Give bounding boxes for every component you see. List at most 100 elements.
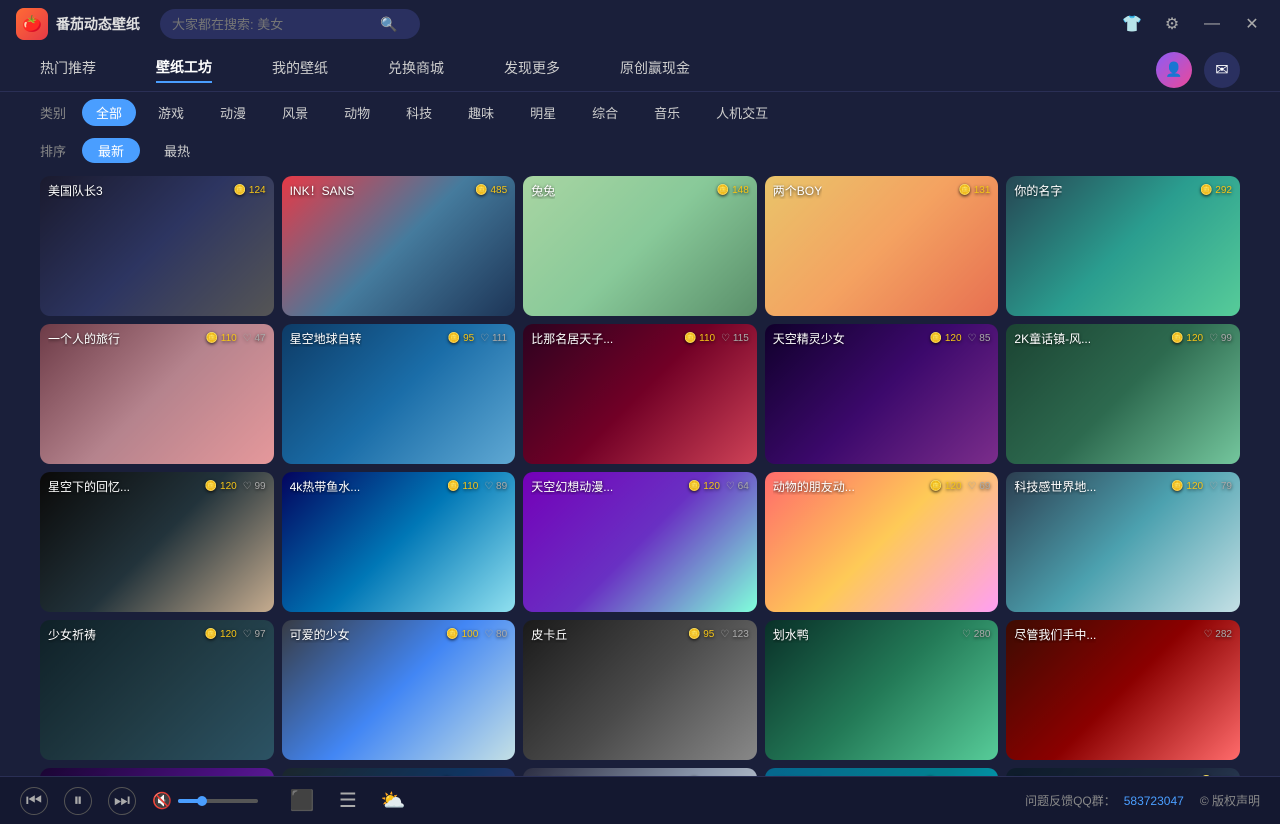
search-input[interactable] (172, 17, 372, 32)
filter-mixed[interactable]: 综合 (578, 99, 632, 126)
card-item[interactable]: 可爱的少女 🪙 100♡ 80 (282, 620, 516, 760)
card-item[interactable]: 水中的鱼... 🪙 125♡ 60 (523, 768, 757, 776)
prev-button[interactable]: ⏮ (20, 787, 48, 815)
card-stats: 🪙 110♡ 115 (684, 333, 749, 344)
filter-animal[interactable]: 动物 (330, 99, 384, 126)
card-coin: 🪙 124 (234, 185, 266, 196)
nav-item-workshop[interactable]: 壁纸工坊 (156, 57, 212, 83)
card-heart: ♡ 47 (243, 333, 266, 344)
card-item[interactable]: 星空下的回忆... 🪙 120♡ 99 (40, 472, 274, 612)
card-item[interactable]: 皮卡丘 🪙 95♡ 123 (523, 620, 757, 760)
nav-item-mywallpaper[interactable]: 我的壁纸 (272, 58, 328, 82)
shirt-icon[interactable]: 👕 (1120, 12, 1144, 36)
filter-all[interactable]: 全部 (82, 99, 136, 126)
card-item[interactable]: 一个人的旅行 🪙 110♡ 47 (40, 324, 274, 464)
avatar-area: 👤 ✉ (1156, 52, 1240, 88)
card-item[interactable]: 兔兔 🪙 148 (523, 176, 757, 316)
sort-newest[interactable]: 最新 (82, 138, 140, 163)
card-info: 天空幻想动漫... 🪙 120♡ 64 (523, 478, 757, 495)
pause-button[interactable]: ⏸ (64, 787, 92, 815)
nav-item-shop[interactable]: 兑换商城 (388, 58, 444, 82)
card-item[interactable]: 星空地球自转 🪙 95♡ 111 (282, 324, 516, 464)
card-info: 两个BOY 🪙 131 (765, 182, 999, 199)
filter-tech[interactable]: 科技 (392, 99, 446, 126)
card-stats: 🪙 110 ♡ 89 (447, 481, 507, 492)
card-item[interactable]: 天空幻想动漫... 🪙 120♡ 64 (523, 472, 757, 612)
avatar[interactable]: 👤 (1156, 52, 1192, 88)
card-title: 星空下的回忆... (48, 478, 130, 495)
card-title: 天空幻想动漫... (531, 478, 613, 495)
card-info: INK！SANS 🪙 485 (282, 182, 516, 199)
settings-icon[interactable]: ⚙ (1160, 12, 1184, 36)
card-info: 划水鸭 ♡ 280 (765, 626, 999, 643)
volume-icon[interactable]: 🔇 (152, 791, 172, 811)
card-item[interactable]: 4k热带鱼水... 🪙 110♡ 89 (282, 472, 516, 612)
card-coin: 🪙 110 (206, 333, 237, 344)
footer-right: 问题反馈QQ群： 583723047 © 版权声明 (1025, 792, 1260, 809)
filter-scenery[interactable]: 风景 (268, 99, 322, 126)
nav-item-earn[interactable]: 原创赢现金 (620, 58, 690, 82)
cloud-icon[interactable]: ⛅ (381, 788, 406, 813)
card-item[interactable]: 少女祈祷 🪙 120♡ 97 (40, 620, 274, 760)
list-icon[interactable]: ☰ (339, 788, 357, 813)
card-coin: 🪙 110 (684, 333, 715, 344)
card-item[interactable]: 猫猫壁纸... 🪙 120♡ 125 (765, 768, 999, 776)
volume-slider[interactable] (178, 799, 258, 803)
minimize-button[interactable]: — (1200, 12, 1224, 36)
card-coin: 🪙 110 (447, 481, 478, 492)
filter-game[interactable]: 游戏 (144, 99, 198, 126)
filter-label: 类别 (40, 103, 66, 122)
mail-button[interactable]: ✉ (1204, 52, 1240, 88)
card-item[interactable]: 美国队长3 🪙 124 (40, 176, 274, 316)
volume-area: 🔇 (152, 791, 258, 811)
card-title: 划水鸭 (773, 626, 809, 643)
card-item[interactable]: 划水鸭 ♡ 280 (765, 620, 999, 760)
sort-hottest[interactable]: 最热 (148, 138, 206, 163)
qq-number[interactable]: 583723047 (1124, 794, 1184, 808)
close-button[interactable]: ✕ (1240, 12, 1264, 36)
card-item[interactable]: 动物的朋友动... 🪙 120♡ 69 (765, 472, 999, 612)
card-heart: ♡ 99 (1209, 333, 1232, 344)
filter-hci[interactable]: 人机交互 (702, 99, 782, 126)
card-stats: 🪙 124 (234, 185, 266, 196)
next-button[interactable]: ⏭ (108, 787, 136, 815)
card-item[interactable]: 小姐下台阶... (40, 768, 274, 776)
card-stats: 🪙 485 (475, 185, 507, 196)
card-item[interactable]: 天空精灵少女 🪙 120♡ 85 (765, 324, 999, 464)
sort-bar: 排序 最新 最热 (0, 132, 1280, 168)
card-item[interactable]: 你的名字 🪙 292 (1006, 176, 1240, 316)
card-stats: 🪙 95♡ 111 (448, 333, 507, 344)
card-item[interactable]: 绿色 🪙 125♡ 148 (282, 768, 516, 776)
filter-music[interactable]: 音乐 (640, 99, 694, 126)
nav-item-discover[interactable]: 发现更多 (504, 58, 560, 82)
card-stats: 🪙 110 ♡ 47 (206, 333, 266, 344)
card-coin: 🪙 131 (958, 185, 990, 196)
card-info: 你的名字 🪙 292 (1006, 182, 1240, 199)
card-title: 少女祈祷 (48, 626, 96, 643)
card-title: 星空地球自转 (290, 330, 362, 347)
card-item[interactable]: 尽管我们手中... ♡ 282 (1006, 620, 1240, 760)
card-item[interactable]: 比那名居天子... 🪙 110♡ 115 (523, 324, 757, 464)
filter-fun[interactable]: 趣味 (454, 99, 508, 126)
card-coin: 🪙 120 (688, 481, 720, 492)
search-icon[interactable]: 🔍 (380, 16, 397, 33)
card-item[interactable]: 两个BOY 🪙 131 (765, 176, 999, 316)
card-item[interactable]: Ea 🪙 120 🔒 (1006, 768, 1240, 776)
card-title: 可爱的少女 (290, 626, 350, 643)
search-bar[interactable]: 🔍 (160, 9, 420, 39)
card-stats: 🪙 120♡ 79 (1171, 481, 1232, 492)
card-stats: 🪙 148 (717, 185, 749, 196)
volume-fill (178, 799, 202, 803)
card-title: 科技感世界地... (1014, 478, 1096, 495)
card-item[interactable]: 科技感世界地... 🪙 120♡ 79 (1006, 472, 1240, 612)
filter-anime[interactable]: 动漫 (206, 99, 260, 126)
logo-icon: 🍅 (16, 8, 48, 40)
card-stats: 🪙 292 (1200, 185, 1232, 196)
card-item[interactable]: INK！SANS 🪙 485 (282, 176, 516, 316)
card-title: 2K童话镇-风... (1014, 330, 1091, 347)
card-heart: ♡ 89 (484, 481, 507, 492)
screen-icon[interactable]: ⬛ (290, 788, 315, 813)
nav-item-hot[interactable]: 热门推荐 (40, 58, 96, 82)
card-item[interactable]: 2K童话镇-风... 🪙 120♡ 99 (1006, 324, 1240, 464)
filter-star[interactable]: 明星 (516, 99, 570, 126)
